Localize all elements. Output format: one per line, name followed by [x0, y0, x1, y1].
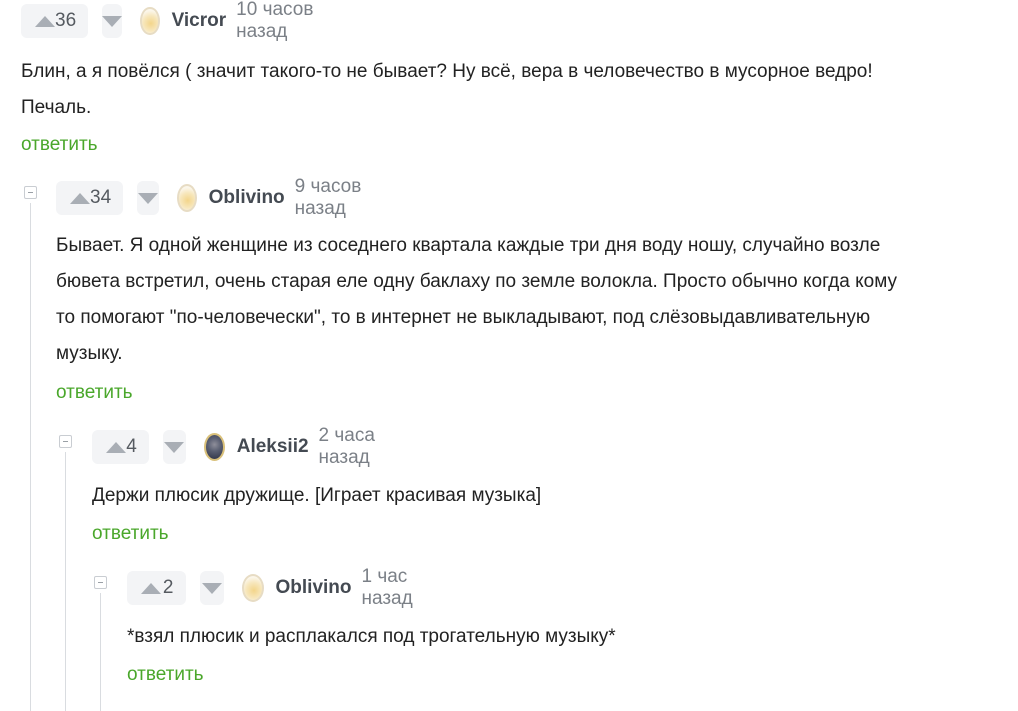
downvote-button[interactable] — [137, 181, 159, 215]
comment-text: Блин, а я повёлся ( значит такого-то не … — [21, 61, 873, 118]
avatar[interactable] — [140, 7, 160, 35]
author-name[interactable]: Vicror — [172, 10, 227, 32]
downvote-button[interactable] — [199, 571, 224, 605]
downvote-arrow-icon — [164, 441, 185, 453]
upvote-button[interactable]: 36 — [21, 4, 89, 38]
thread-line[interactable] — [65, 452, 66, 711]
comment-text: Держи плюсик дружище. [Играет красивая м… — [92, 485, 542, 506]
upvote-button[interactable]: 4 — [92, 430, 149, 464]
comment-header: 34 Oblivino 9 часов назад — [56, 176, 377, 219]
thread-line[interactable] — [30, 203, 31, 711]
upvote-arrow-icon — [141, 582, 161, 594]
rating-count: 36 — [55, 10, 77, 31]
rating-count: 34 — [90, 187, 112, 208]
collapse-thread-button[interactable] — [24, 186, 37, 199]
upvote-arrow-icon — [106, 441, 126, 453]
collapse-thread-button[interactable] — [94, 576, 107, 589]
reply-link[interactable]: ответить — [21, 134, 98, 156]
downvote-button[interactable] — [162, 430, 186, 464]
thread-line[interactable] — [100, 593, 101, 711]
comment-header: 36 Vicror 10 часов назад — [21, 0, 321, 42]
downvote-arrow-icon — [137, 192, 158, 204]
author-name[interactable]: Oblivino — [209, 187, 285, 209]
upvote-arrow-icon — [35, 15, 55, 27]
downvote-button[interactable] — [102, 4, 123, 38]
comment-text: Бывает. Я одной женщине из соседнего ква… — [56, 235, 897, 364]
avatar[interactable] — [203, 433, 225, 461]
downvote-arrow-icon — [201, 582, 222, 594]
author-name[interactable]: Oblivino — [276, 577, 352, 599]
upvote-arrow-icon — [70, 192, 90, 204]
upvote-button[interactable]: 2 — [127, 571, 186, 605]
comment-time[interactable]: 1 час назад — [362, 566, 439, 610]
comment-time[interactable]: 9 часов назад — [295, 176, 378, 220]
avatar[interactable] — [176, 184, 197, 212]
author-name[interactable]: Aleksii2 — [237, 436, 309, 458]
comment-header: 2 Oblivino 1 час назад — [127, 566, 438, 609]
comment-time[interactable]: 10 часов назад — [236, 0, 321, 43]
reply-link[interactable]: ответить — [92, 523, 169, 545]
rating-count: 4 — [126, 436, 137, 457]
reply-link[interactable]: ответить — [56, 382, 133, 404]
reply-link[interactable]: ответить — [127, 664, 204, 686]
rating-count: 2 — [162, 577, 174, 598]
collapse-thread-button[interactable] — [59, 435, 72, 448]
upvote-button[interactable]: 34 — [56, 181, 124, 215]
downvote-arrow-icon — [102, 15, 123, 27]
comment-header: 4 Aleksii2 2 часа назад — [92, 425, 399, 468]
comment-time[interactable]: 2 часа назад — [319, 425, 399, 469]
avatar[interactable] — [241, 574, 264, 602]
comment-text: *взял плюсик и расплакался под трогатель… — [127, 626, 616, 647]
